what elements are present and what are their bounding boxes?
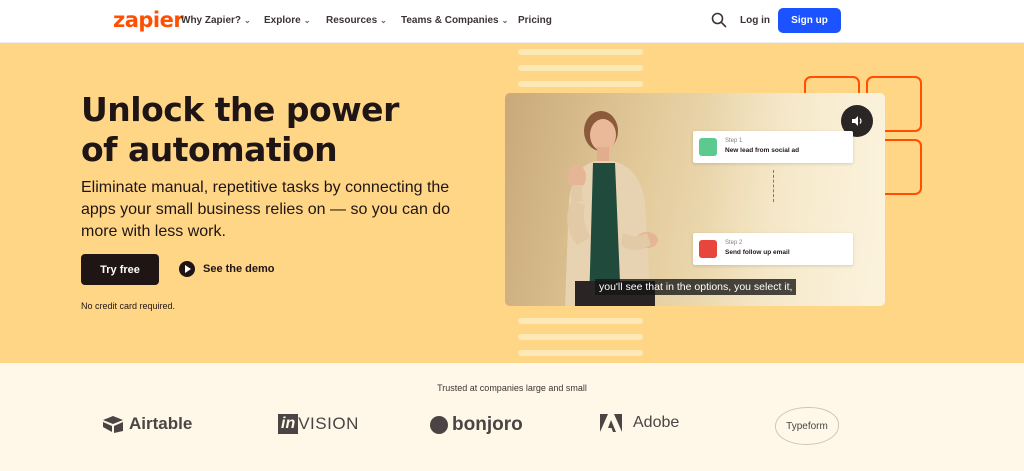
video-caption: you'll see that in the options, you sele… <box>595 279 797 295</box>
play-icon <box>179 261 195 277</box>
airtable-icon <box>103 416 123 433</box>
typeform-label: Typeform <box>786 420 828 432</box>
airtable-logo: Airtable <box>102 414 192 434</box>
typeform-logo: Typeform <box>775 407 839 445</box>
adobe-icon <box>600 414 622 432</box>
nav-resources-label: Resources <box>326 15 378 26</box>
headline-line-1: Unlock the power <box>81 90 399 129</box>
nav-resources[interactable]: Resources ⌄ <box>326 15 387 26</box>
search-icon[interactable] <box>711 12 727 28</box>
adobe-logo: Adobe <box>600 414 679 432</box>
try-free-button[interactable]: Try free <box>81 254 159 285</box>
trusted-title: Trusted at companies large and small <box>437 383 587 393</box>
decorative-line <box>518 81 643 87</box>
step-2-label: Step 2 <box>725 240 743 246</box>
nav-pricing[interactable]: Pricing <box>518 15 552 26</box>
decorative-line <box>518 65 643 71</box>
decorative-line <box>518 334 643 340</box>
chevron-down-icon: ⌄ <box>380 16 387 25</box>
bonjoro-label: bonjoro <box>452 414 523 435</box>
trusted-section: Trusted at companies large and small Air… <box>0 363 1024 471</box>
nav-explore-label: Explore <box>264 15 301 26</box>
nav-explore[interactable]: Explore ⌄ <box>264 15 310 26</box>
no-credit-card-note: No credit card required. <box>81 301 176 311</box>
nav-teams-label: Teams & Companies <box>401 15 499 26</box>
adobe-label: Adobe <box>633 414 680 431</box>
speaker-icon <box>852 116 862 126</box>
airtable-label: Airtable <box>129 414 193 433</box>
signup-button[interactable]: Sign up <box>778 8 841 33</box>
see-demo-label: See the demo <box>203 263 275 275</box>
decorative-line <box>518 350 643 356</box>
login-link[interactable]: Log in <box>740 15 770 26</box>
demo-video[interactable]: Step 1 New lead from social ad Step 2 Se… <box>505 93 885 306</box>
zap-step-2-card: Step 2 Send follow up email <box>693 233 853 265</box>
see-demo-link[interactable]: See the demo <box>179 261 275 277</box>
chat-icon <box>699 138 717 156</box>
invision-label: VISION <box>298 414 359 433</box>
step-2-text: Send follow up email <box>725 249 790 256</box>
hero-headline: Unlock the power of automation <box>81 90 461 170</box>
nav-pricing-label: Pricing <box>518 15 552 26</box>
invision-mark: in <box>278 414 299 434</box>
step-1-label: Step 1 <box>725 138 743 144</box>
nav-teams-companies[interactable]: Teams & Companies ⌄ <box>401 15 508 26</box>
chevron-down-icon: ⌄ <box>244 16 251 25</box>
decorative-line <box>518 49 643 55</box>
zap-step-1-card: Step 1 New lead from social ad <box>693 131 853 163</box>
step-1-text: New lead from social ad <box>725 147 800 154</box>
top-nav: zapier Why Zapier? ⌄ Explore ⌄ Resources ⌄ … <box>0 0 1024 43</box>
chevron-down-icon: ⌄ <box>501 16 509 25</box>
presenter-image <box>565 111 658 306</box>
nav-why-zapier[interactable]: Why Zapier? ⌄ <box>181 15 251 26</box>
decorative-line <box>518 318 643 324</box>
zapier-logo[interactable]: zapier <box>113 8 184 32</box>
hero-section: Unlock the power of automation Eliminate… <box>0 43 1024 363</box>
chevron-down-icon: ⌄ <box>303 16 311 25</box>
bonjoro-icon <box>430 416 448 434</box>
hero-subheading: Eliminate manual, repetitive tasks by co… <box>81 179 451 240</box>
bonjoro-logo: bonjoro <box>430 414 523 436</box>
headline-line-2: of automation <box>81 130 338 169</box>
step-connector <box>773 170 774 202</box>
nav-why-zapier-label: Why Zapier? <box>181 15 242 26</box>
email-icon <box>699 240 717 258</box>
invision-logo: in VISION invision <box>278 414 359 434</box>
